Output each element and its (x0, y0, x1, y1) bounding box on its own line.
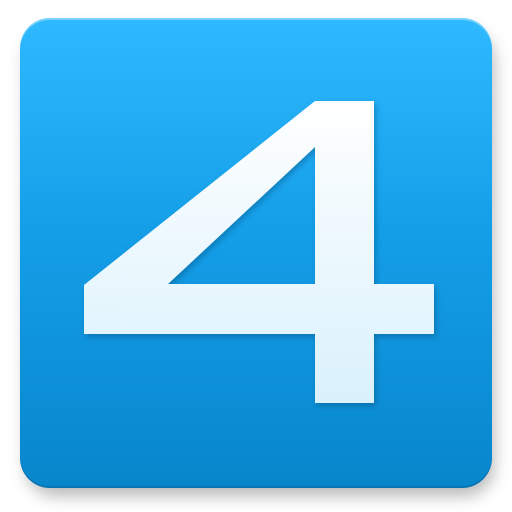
icon-stage: 4 (0, 0, 512, 512)
digit-four-shape (84, 101, 434, 403)
digit-four-icon (84, 101, 434, 403)
